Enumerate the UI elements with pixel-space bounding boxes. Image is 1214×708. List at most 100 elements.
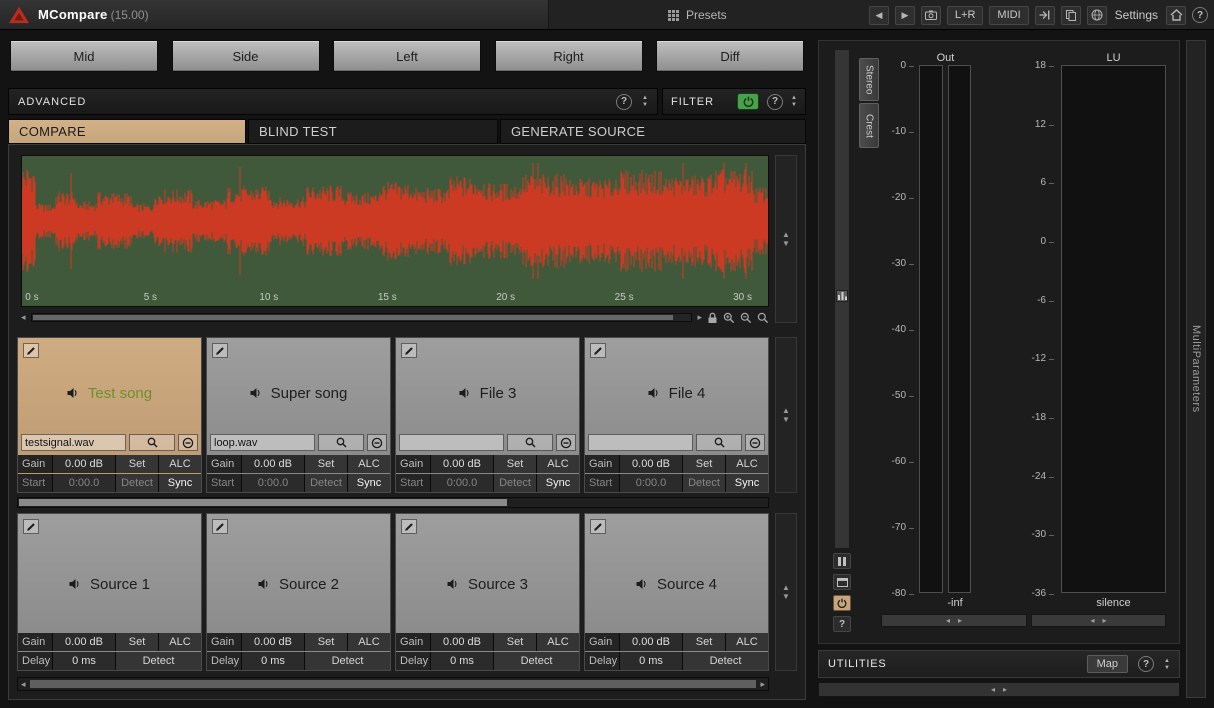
tab-generate-source[interactable]: GENERATE SOURCE [500, 119, 806, 144]
start-value[interactable]: 0:00.0 [242, 474, 304, 492]
file-slot-1[interactable]: Test song Gain 0.00 dB Set ALC Start 0:0… [17, 337, 202, 493]
channel-button-left[interactable]: Left [333, 40, 481, 72]
browse-button[interactable] [507, 434, 553, 451]
speaker-icon[interactable] [648, 387, 661, 399]
zoom-out-icon[interactable] [740, 312, 752, 324]
scroll-right-icon[interactable]: ▸ [760, 679, 765, 690]
detect-button[interactable]: Detect [116, 474, 158, 492]
channel-button-diff[interactable]: Diff [656, 40, 804, 72]
meters-help-icon[interactable]: ? [833, 616, 851, 632]
edit-icon[interactable] [401, 519, 417, 534]
scroll-right-icon[interactable]: ▸ [697, 313, 702, 322]
speaker-icon[interactable] [459, 387, 472, 399]
gain-value[interactable]: 0.00 dB [53, 455, 115, 473]
panel-horizontal-scrollbar[interactable]: ◂ ▸ [17, 677, 769, 691]
meters-power-icon[interactable] [833, 595, 851, 611]
source-slots-vertical-scrollbar[interactable]: ▲▼ [775, 513, 797, 671]
filter-power-icon[interactable] [737, 93, 759, 110]
presets-button[interactable]: Presets [660, 5, 735, 25]
edit-icon[interactable] [23, 343, 39, 358]
set-button[interactable]: Set [494, 633, 536, 651]
file-slot-2[interactable]: Super song Gain 0.00 dB Set ALC Start 0:… [206, 337, 391, 493]
waveform-scrollbar[interactable]: ◂ ▸ [21, 311, 769, 324]
speaker-icon[interactable] [250, 387, 263, 399]
alc-button[interactable]: ALC [348, 633, 390, 651]
lu-range-scrollbar[interactable]: ◂▸ [1031, 614, 1166, 627]
alc-button[interactable]: ALC [537, 633, 579, 651]
alc-button[interactable]: ALC [159, 455, 201, 473]
meter-bars-icon[interactable] [836, 290, 848, 302]
gain-value[interactable]: 0.00 dB [620, 633, 682, 651]
source-slot-3[interactable]: Source 3 Gain 0.00 dB Set ALC Delay 0 ms… [395, 513, 580, 671]
set-button[interactable]: Set [116, 633, 158, 651]
sidechain-icon[interactable] [1035, 6, 1055, 25]
gain-value[interactable]: 0.00 dB [242, 633, 304, 651]
filename-field[interactable] [399, 434, 504, 451]
file-slot-3[interactable]: File 3 Gain 0.00 dB Set ALC Start 0:00.0… [395, 337, 580, 493]
scroll-thumb[interactable] [19, 499, 507, 506]
source-slot-2[interactable]: Source 2 Gain 0.00 dB Set ALC Delay 0 ms… [206, 513, 391, 671]
next-preset-button[interactable]: ▶ [895, 6, 915, 25]
alc-button[interactable]: ALC [159, 633, 201, 651]
waveform-vertical-scrollbar[interactable]: ▲▼ [775, 155, 797, 323]
tab-blind-test[interactable]: BLIND TEST [248, 119, 498, 144]
edit-icon[interactable] [23, 519, 39, 534]
edit-icon[interactable] [590, 343, 606, 358]
source-slot-1[interactable]: Source 1 Gain 0.00 dB Set ALC Delay 0 ms… [17, 513, 202, 671]
gain-value[interactable]: 0.00 dB [431, 633, 493, 651]
filename-field[interactable] [588, 434, 693, 451]
remove-button[interactable] [556, 434, 576, 451]
right-panel-scrollbar[interactable]: ◂▸ [818, 682, 1180, 697]
detect-button[interactable]: Detect [494, 652, 579, 670]
snapshot-icon[interactable] [921, 6, 941, 25]
set-button[interactable]: Set [116, 455, 158, 473]
set-button[interactable]: Set [683, 455, 725, 473]
file-slots-vertical-scrollbar[interactable]: ▲▼ [775, 337, 797, 493]
speaker-icon[interactable] [67, 387, 80, 399]
meter-settings-scrollbar[interactable] [834, 49, 850, 549]
filter-help-icon[interactable]: ? [767, 94, 783, 110]
gain-value[interactable]: 0.00 dB [242, 455, 304, 473]
copy-icon[interactable] [1061, 6, 1081, 25]
remove-button[interactable] [367, 434, 387, 451]
utilities-bar[interactable]: UTILITIES Map ? ▲▼ [818, 650, 1180, 678]
channel-mode-button[interactable]: L+R [947, 6, 984, 25]
alc-button[interactable]: ALC [726, 633, 768, 651]
settings-button[interactable]: Settings [1113, 8, 1160, 22]
start-value[interactable]: 0:00.0 [53, 474, 115, 492]
midi-button[interactable]: MIDI [989, 6, 1028, 25]
source-slot-4[interactable]: Source 4 Gain 0.00 dB Set ALC Delay 0 ms… [584, 513, 769, 671]
gain-value[interactable]: 0.00 dB [53, 633, 115, 651]
zoom-all-icon[interactable] [757, 312, 769, 324]
sync-button[interactable]: Sync [726, 474, 768, 492]
sync-button[interactable]: Sync [348, 474, 390, 492]
gain-value[interactable]: 0.00 dB [431, 455, 493, 473]
filename-field[interactable] [21, 434, 126, 451]
set-button[interactable]: Set [305, 633, 347, 651]
map-button[interactable]: Map [1087, 655, 1128, 673]
alc-button[interactable]: ALC [348, 455, 390, 473]
filter-bar[interactable]: FILTER ? ▲▼ [662, 88, 806, 115]
scroll-left-icon[interactable]: ◂ [21, 313, 26, 322]
browse-button[interactable] [318, 434, 364, 451]
delay-value[interactable]: 0 ms [53, 652, 115, 670]
detect-button[interactable]: Detect [116, 652, 201, 670]
scroll-thumb[interactable] [33, 315, 673, 320]
scroll-track[interactable] [31, 313, 693, 322]
file-slots-horizontal-scrollbar[interactable] [17, 497, 769, 508]
detect-button[interactable]: Detect [494, 474, 536, 492]
file-slot-4[interactable]: File 4 Gain 0.00 dB Set ALC Start 0:00.0… [584, 337, 769, 493]
edit-icon[interactable] [212, 519, 228, 534]
alc-button[interactable]: ALC [537, 455, 579, 473]
sync-button[interactable]: Sync [537, 474, 579, 492]
remove-button[interactable] [745, 434, 765, 451]
waveform-display[interactable]: 0 s5 s10 s15 s20 s25 s30 s [21, 155, 769, 307]
delay-value[interactable]: 0 ms [620, 652, 682, 670]
alc-button[interactable]: ALC [726, 455, 768, 473]
advanced-bar[interactable]: ADVANCED ? ▲▼ [8, 88, 658, 115]
melda-logo-icon[interactable] [9, 6, 29, 24]
set-button[interactable]: Set [494, 455, 536, 473]
browse-button[interactable] [129, 434, 175, 451]
speaker-icon[interactable] [69, 578, 82, 590]
globe-icon[interactable] [1087, 6, 1107, 25]
